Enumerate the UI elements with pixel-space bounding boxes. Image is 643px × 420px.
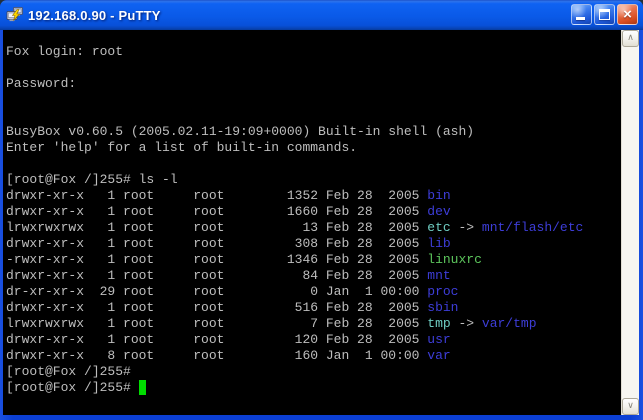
terminal-line: dr-xr-xr-x 29 root root 0 Jan 1 00:00 pr… [6, 284, 621, 300]
terminal-line: Fox login: root [6, 44, 621, 60]
terminal-line: drwxr-xr-x 1 root root 516 Feb 28 2005 s… [6, 300, 621, 316]
close-button[interactable]: × [617, 4, 638, 25]
terminal-text-segment: mnt/flash/etc [482, 220, 583, 235]
terminal-text-segment: tmp [427, 316, 450, 331]
terminal-line: BusyBox v0.60.5 (2005.02.11-19:09+0000) … [6, 124, 621, 140]
terminal-cursor [139, 380, 147, 395]
terminal-text-segment: lrwxrwxrwx 1 root root 13 Feb 28 2005 [6, 220, 427, 235]
scroll-down-button[interactable]: ∨ [622, 398, 639, 415]
chevron-down-icon: ∨ [627, 401, 634, 411]
terminal-text-segment: proc [427, 284, 458, 299]
maximize-icon [599, 9, 610, 20]
terminal-line [6, 92, 621, 108]
terminal-line: drwxr-xr-x 1 root root 1352 Feb 28 2005 … [6, 188, 621, 204]
terminal-text-segment: var [427, 348, 450, 363]
putty-icon[interactable] [6, 6, 24, 24]
terminal-line: lrwxrwxrwx 1 root root 7 Feb 28 2005 tmp… [6, 316, 621, 332]
terminal-screen[interactable]: Fox login: root Password: BusyBox v0.60.… [3, 30, 621, 415]
terminal-text-segment: -> [451, 220, 482, 235]
terminal-line: drwxr-xr-x 8 root root 160 Jan 1 00:00 v… [6, 348, 621, 364]
putty-window: 192.168.0.90 - PuTTY × Fox login: root P… [0, 0, 643, 420]
close-icon: × [618, 5, 637, 24]
terminal-text-segment: var/tmp [482, 316, 537, 331]
terminal-text-segment: drwxr-xr-x 1 root root 120 Feb 28 2005 [6, 332, 427, 347]
scroll-up-button[interactable]: ∧ [622, 30, 639, 47]
terminal-line: [root@Fox /]255# ls -l [6, 172, 621, 188]
terminal-text-segment: drwxr-xr-x 1 root root 308 Feb 28 2005 [6, 236, 427, 251]
title-bar[interactable]: 192.168.0.90 - PuTTY × [0, 0, 643, 30]
terminal-line: drwxr-xr-x 1 root root 1660 Feb 28 2005 … [6, 204, 621, 220]
terminal-text-segment: sbin [427, 300, 458, 315]
terminal-line: Enter 'help' for a list of built-in comm… [6, 140, 621, 156]
terminal-text-segment: bin [427, 188, 450, 203]
terminal-text-segment: etc [427, 220, 450, 235]
terminal-text-segment: Password: [6, 76, 76, 91]
minimize-icon [576, 17, 585, 20]
terminal-line: drwxr-xr-x 1 root root 84 Feb 28 2005 mn… [6, 268, 621, 284]
terminal-text-segment: -> [451, 316, 482, 331]
terminal-text-segment: lib [427, 236, 450, 251]
terminal-text-segment: [root@Fox /]255# [6, 380, 139, 395]
terminal-line [6, 108, 621, 124]
terminal-line [6, 156, 621, 172]
window-frame: Fox login: root Password: BusyBox v0.60.… [0, 30, 643, 420]
terminal-line: [root@Fox /]255# [6, 364, 621, 380]
terminal-text-segment: dr-xr-xr-x 29 root root 0 Jan 1 00:00 [6, 284, 427, 299]
terminal-line: -rwxr-xr-x 1 root root 1346 Feb 28 2005 … [6, 252, 621, 268]
terminal-line: lrwxrwxrwx 1 root root 13 Feb 28 2005 et… [6, 220, 621, 236]
client-area: Fox login: root Password: BusyBox v0.60.… [3, 30, 639, 415]
terminal-line: [root@Fox /]255# [6, 380, 621, 396]
window-controls: × [571, 4, 638, 25]
terminal-text-segment: linuxrc [427, 252, 482, 267]
terminal-text-segment: drwxr-xr-x 1 root root 1660 Feb 28 2005 [6, 204, 427, 219]
terminal-text-segment: dev [427, 204, 450, 219]
window-title: 192.168.0.90 - PuTTY [28, 8, 161, 23]
terminal-line [6, 60, 621, 76]
minimize-button[interactable] [571, 4, 592, 25]
scrollbar-track[interactable]: ∧ ∨ [621, 30, 639, 415]
chevron-up-icon: ∧ [627, 33, 634, 43]
terminal-text-segment: Fox login: root [6, 44, 123, 59]
terminal-text-segment: drwxr-xr-x 1 root root 1352 Feb 28 2005 [6, 188, 427, 203]
maximize-button[interactable] [594, 4, 615, 25]
terminal-text-segment: -rwxr-xr-x 1 root root 1346 Feb 28 2005 [6, 252, 427, 267]
terminal-text-segment: Enter 'help' for a list of built-in comm… [6, 140, 357, 155]
terminal-text-segment: lrwxrwxrwx 1 root root 7 Feb 28 2005 [6, 316, 427, 331]
terminal-text-segment: [root@Fox /]255# [6, 364, 131, 379]
terminal-text-segment: drwxr-xr-x 8 root root 160 Jan 1 00:00 [6, 348, 427, 363]
terminal-text-segment: BusyBox v0.60.5 (2005.02.11-19:09+0000) … [6, 124, 474, 139]
terminal-line: drwxr-xr-x 1 root root 308 Feb 28 2005 l… [6, 236, 621, 252]
terminal-text-segment: mnt [427, 268, 450, 283]
terminal-text-segment: [root@Fox /]255# ls -l [6, 172, 178, 187]
terminal-text-segment: drwxr-xr-x 1 root root 84 Feb 28 2005 [6, 268, 427, 283]
terminal-text-segment: usr [427, 332, 450, 347]
terminal-line: Password: [6, 76, 621, 92]
terminal-text-segment: drwxr-xr-x 1 root root 516 Feb 28 2005 [6, 300, 427, 315]
terminal-line: drwxr-xr-x 1 root root 120 Feb 28 2005 u… [6, 332, 621, 348]
